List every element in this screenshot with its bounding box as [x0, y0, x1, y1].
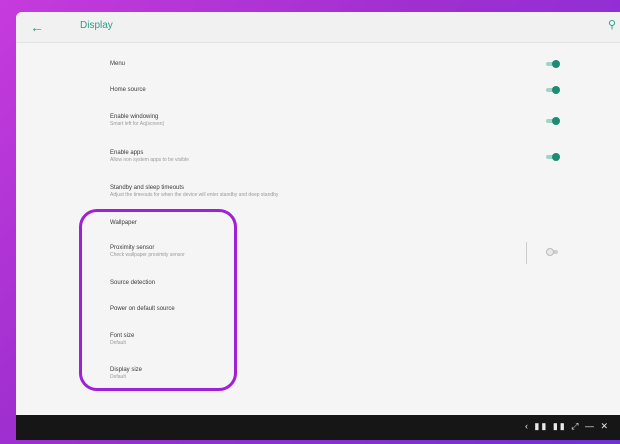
proximity-sensor-toggle[interactable]: [546, 248, 560, 256]
enable-apps-toggle[interactable]: [546, 153, 560, 161]
settings-window: ← Display ⚲ Menu Home source Enable wind…: [16, 12, 620, 440]
toggle-thumb: [552, 60, 560, 68]
settings-list: Menu Home source Enable windowing Smart …: [16, 43, 620, 415]
back-arrow-icon[interactable]: ←: [30, 18, 44, 36]
setting-label: Enable windowing: [110, 114, 159, 120]
taskbar: ‹ ▮▮ ▮▮ ⤢ — ✕: [16, 415, 620, 440]
toggle-thumb: [552, 117, 560, 125]
home-source-toggle[interactable]: [546, 86, 560, 94]
setting-menu[interactable]: Menu: [110, 60, 125, 68]
setting-label: Home source: [110, 87, 146, 93]
setting-enable-apps[interactable]: Enable apps Allow non system apps to be …: [110, 149, 189, 164]
toggle-thumb: [546, 248, 554, 256]
toggle-thumb: [552, 86, 560, 94]
setting-label: Standby and sleep timeouts: [110, 185, 185, 191]
taskbar-tray[interactable]: ‹ ▮▮ ▮▮ ⤢ — ✕: [525, 421, 610, 432]
enable-windowing-toggle[interactable]: [546, 117, 560, 125]
search-icon[interactable]: ⚲: [608, 18, 616, 31]
setting-label: Menu: [110, 61, 126, 67]
toggle-thumb: [552, 153, 560, 161]
setting-description: Smart left for Aq(screen): [110, 121, 165, 127]
setting-standby-timeouts[interactable]: Standby and sleep timeouts Adjust the ti…: [110, 184, 278, 199]
setting-description: Allow non system apps to be visible: [110, 157, 189, 163]
page-title: Display: [80, 20, 113, 31]
setting-description: Adjust the timeouts for when the device …: [110, 192, 279, 198]
highlight-outline: [79, 209, 237, 391]
setting-home-source[interactable]: Home source: [110, 86, 146, 94]
divider: [526, 242, 527, 264]
app-bar: ← Display ⚲: [16, 12, 620, 43]
setting-enable-windowing[interactable]: Enable windowing Smart left for Aq(scree…: [110, 113, 164, 128]
menu-toggle[interactable]: [546, 60, 560, 68]
setting-label: Enable apps: [110, 150, 144, 156]
